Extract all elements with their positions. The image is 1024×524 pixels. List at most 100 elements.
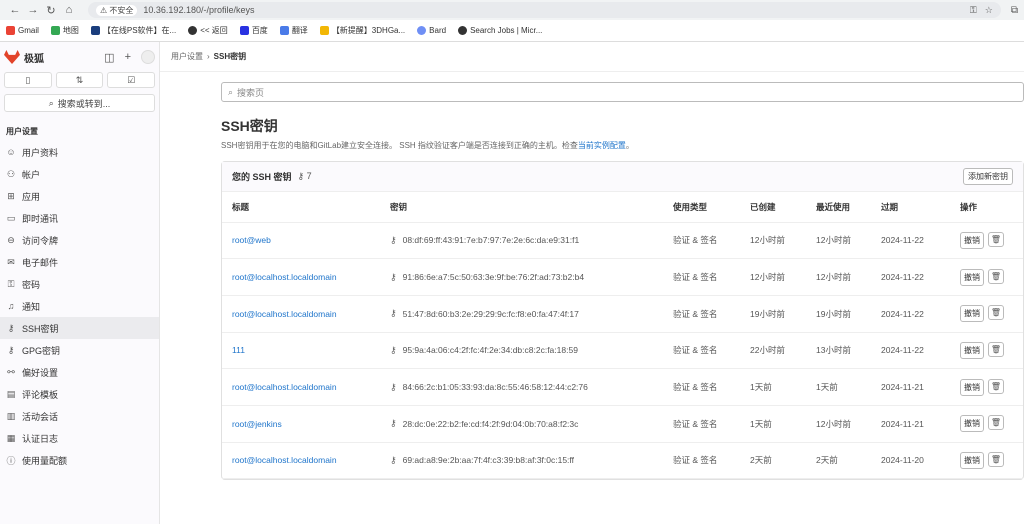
page-search-input[interactable]: ⌕ 搜索页 <box>221 82 1024 102</box>
add-new-key-button[interactable]: 添加新密钥 <box>963 168 1013 185</box>
search-icon: ⌕ <box>48 97 54 108</box>
bookmark-ps[interactable]: 【在线PS软件】在... <box>90 25 176 36</box>
sidebar-item-emails[interactable]: ✉ 电子邮件 <box>0 251 159 273</box>
revoke-button[interactable]: 撤销 <box>960 378 984 396</box>
delete-button[interactable]: 🗑 <box>988 231 1004 247</box>
breadcrumb: 用户设置 › SSH密钥 <box>160 42 1024 72</box>
avatar[interactable] <box>141 50 155 64</box>
key-icon: ⚷ <box>7 322 15 333</box>
sidebar-item-comment-templates[interactable]: ▤ 评论模板 <box>0 383 159 405</box>
breadcrumb-parent[interactable]: 用户设置 <box>171 51 203 62</box>
key-fingerprint: 69:ad:a8:9e:2b:aa:7f:4f:c3:39:b8:af:3f:0… <box>402 455 574 466</box>
info-icon: ⓘ <box>6 455 16 466</box>
delete-button[interactable]: 🗑 <box>988 268 1004 284</box>
bookmark-translate[interactable]: 翻译 <box>279 25 308 36</box>
reload-icon[interactable]: ↻ <box>42 4 60 17</box>
sidebar-item-notifications[interactable]: ♫ 通知 <box>0 295 159 317</box>
col-actions: 操作 <box>950 192 1023 223</box>
bell-icon: ♫ <box>7 301 15 311</box>
key-created: 12小时前 <box>740 258 806 296</box>
sidebar-item-gpg-keys[interactable]: ⚷ GPG密钥 <box>0 339 159 361</box>
key-last-used: 12小时前 <box>806 258 871 296</box>
key-icon: ⚷ <box>390 344 397 355</box>
key-usage: 验证 & 签名 <box>663 295 740 333</box>
sidebar-item-active-sessions[interactable]: ▥ 活动会话 <box>0 405 159 427</box>
sidebar-item-auth-log[interactable]: ▦ 认证日志 <box>0 427 159 449</box>
sidebar-item-password[interactable]: ⚿ 密码 <box>0 273 159 295</box>
key-icon: ⚷ <box>390 234 397 245</box>
key-title-link[interactable]: root@localhost.localdomain <box>232 455 337 465</box>
key-title-link[interactable]: root@web <box>232 235 271 245</box>
bookmark-jobs[interactable]: Search Jobs | Micr... <box>458 26 542 35</box>
key-last-used: 12小时前 <box>806 405 871 443</box>
sidebar-item-preferences[interactable]: ⚯ 偏好设置 <box>0 361 159 383</box>
forward-icon[interactable]: → <box>24 4 42 16</box>
mail-icon: ✉ <box>7 256 15 267</box>
sidebar-item-apps[interactable]: ⊞ 应用 <box>0 185 159 207</box>
insecure-badge[interactable]: ⚠ 不安全 <box>96 4 138 16</box>
revoke-button[interactable]: 撤销 <box>960 451 984 469</box>
delete-button[interactable]: 🗑 <box>988 451 1004 467</box>
table-row: 111 ⚷ 95:9a:4a:06:c4:2f:fc:4f:2e:34:db:c8… <box>222 332 1023 370</box>
bookmark-maps[interactable]: 地图 <box>50 25 79 36</box>
key-title-link[interactable]: root@localhost.localdomain <box>232 382 337 392</box>
trash-icon: 🗑 <box>990 234 1002 244</box>
key-created: 2天前 <box>740 442 806 480</box>
sidebar-toggle-icon[interactable]: ◫ <box>104 51 114 64</box>
back-icon[interactable]: ← <box>6 4 24 16</box>
delete-button[interactable]: 🗑 <box>988 378 1004 394</box>
home-icon[interactable]: ⌂ <box>60 4 78 16</box>
table-row: root@localhost.localdomain ⚷ 84:66:2c:b1:… <box>222 368 1023 406</box>
key-last-used: 1天前 <box>806 368 871 406</box>
table-row: root@localhost.localdomain ⚷ 69:ad:a8:9e:… <box>222 442 1023 480</box>
bookmark-gmail[interactable]: Gmail <box>6 26 39 35</box>
comment-icon: ▤ <box>6 388 16 399</box>
sidebar-item-chat[interactable]: ▭ 即时通讯 <box>0 207 159 229</box>
todo-button[interactable]: ☑ <box>107 72 156 88</box>
key-usage: 验证 & 签名 <box>663 368 740 406</box>
key-created: 12小时前 <box>740 222 806 260</box>
key-title-link[interactable]: root@localhost.localdomain <box>232 272 337 282</box>
sidebar-item-usage-quotas[interactable]: ⓘ 使用量配额 <box>0 449 159 471</box>
key-title-link[interactable]: root@jenkins <box>232 419 282 429</box>
sidebar-item-account[interactable]: ⚇ 帐户 <box>0 163 159 185</box>
address-bar[interactable]: ⚠ 不安全 10.36.192.180/-/profile/keys ⚿ ☆ <box>88 2 1001 18</box>
sidebar-search[interactable]: ⌕ 搜索或转到... <box>4 94 155 112</box>
revoke-button[interactable]: 撤销 <box>960 231 984 249</box>
key-title-link[interactable]: 111 <box>232 345 245 355</box>
extensions-icon[interactable]: ⧉ <box>1011 5 1018 16</box>
revoke-button[interactable]: 撤销 <box>960 415 984 433</box>
gitlab-logo[interactable] <box>4 50 20 64</box>
key-title-link[interactable]: root@localhost.localdomain <box>232 309 337 319</box>
delete-button[interactable]: 🗑 <box>988 305 1004 321</box>
sidebar-item-profile[interactable]: ☺ 用户资料 <box>0 141 159 163</box>
key-icon: ⚷ <box>7 344 15 355</box>
revoke-button[interactable]: 撤销 <box>960 305 984 323</box>
col-last-used: 最近使用 <box>806 192 871 223</box>
col-created: 已创建 <box>740 192 806 223</box>
star-icon[interactable]: ☆ <box>985 5 993 16</box>
bookmark-baidu[interactable]: 百度 <box>239 25 268 36</box>
plus-icon[interactable]: + <box>125 51 131 63</box>
key-expires: 2024-11-21 <box>871 405 950 443</box>
bookmark-3dhga[interactable]: 【新提醒】3DHGa... <box>319 25 405 36</box>
delete-button[interactable]: 🗑 <box>988 341 1004 357</box>
password-key-icon[interactable]: ⚿ <box>970 5 977 16</box>
merge-requests-button[interactable]: ⇅ <box>55 72 104 88</box>
sidebar-item-ssh-keys[interactable]: ⚷ SSH密钥 <box>0 317 159 339</box>
delete-button[interactable]: 🗑 <box>988 415 1004 431</box>
sidebar-item-tokens[interactable]: ⊖ 访问令牌 <box>0 229 159 251</box>
trash-icon: 🗑 <box>990 271 1002 281</box>
key-icon: ⚷ <box>390 454 397 465</box>
issues-icon: ▯ <box>25 74 31 85</box>
revoke-button[interactable]: 撤销 <box>960 268 984 286</box>
key-last-used: 13小时前 <box>806 332 871 370</box>
issues-button[interactable]: ▯ <box>4 72 52 88</box>
table-row: root@localhost.localdomain ⚷ 91:86:6e:a7:… <box>222 258 1023 296</box>
key-icon: ⚷ <box>297 171 305 181</box>
bookmark-bard[interactable]: Bard <box>417 26 446 35</box>
revoke-button[interactable]: 撤销 <box>960 341 984 359</box>
bookmark-back[interactable]: << 返回 <box>188 25 228 36</box>
instance-config-link[interactable]: 当前实例配置 <box>578 141 626 150</box>
table-row: root@web ⚷ 08:df:69:ff:43:91:7e:b7:97:7e:… <box>222 222 1023 260</box>
